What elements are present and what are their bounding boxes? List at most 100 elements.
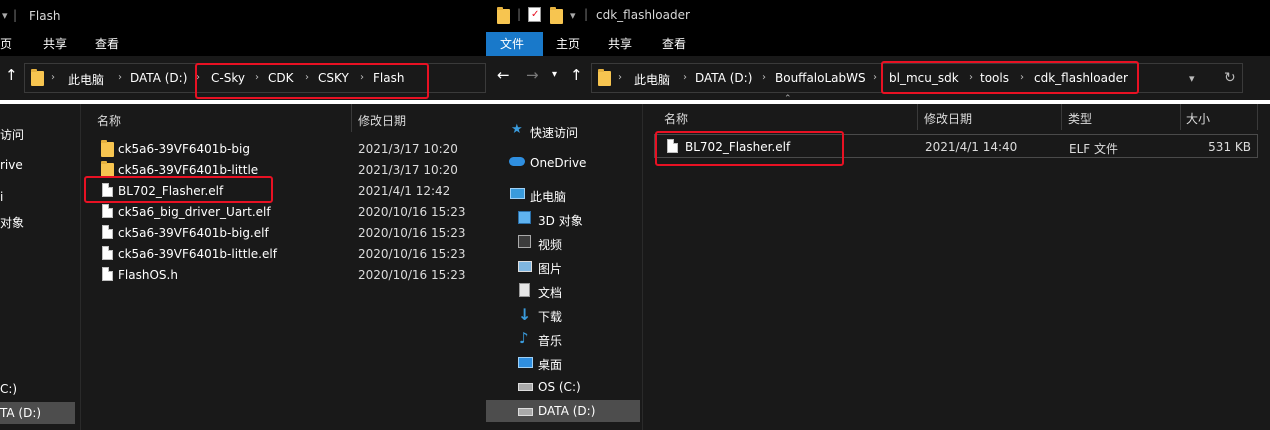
tab-share[interactable]: 共享: [43, 32, 67, 56]
explorer-window-flash: ▾ | Flash 页 共享 查看 ↑ › 此电脑 › DATA (D:) › …: [0, 0, 486, 430]
file-name: FlashOS.h: [118, 268, 178, 282]
chevron-right-icon: ›: [51, 72, 55, 83]
file-size: 531 KB: [1208, 140, 1251, 154]
ribbon-tabs: 页 共享 查看: [0, 32, 486, 56]
file-date: 2020/10/16 15:23: [358, 226, 466, 240]
recent-locations-chevron-icon[interactable]: ▾: [552, 69, 557, 80]
column-divider[interactable]: [1061, 104, 1062, 130]
nav-item-this-pc[interactable]: i: [0, 190, 3, 204]
file-name: ck5a6-39VF6401b-little: [118, 163, 259, 177]
ribbon-tabs: 文件 主页 共享 查看: [486, 32, 1270, 56]
qat-dropdown-icon[interactable]: ▾: [570, 9, 576, 22]
tab-view[interactable]: 查看: [662, 32, 686, 56]
forward-arrow-icon[interactable]: →: [526, 66, 539, 84]
column-header-date[interactable]: 修改日期: [924, 110, 972, 127]
up-arrow-icon[interactable]: ↑: [5, 66, 18, 84]
file-date: 2021/3/17 10:20: [358, 142, 458, 156]
column-divider[interactable]: [1257, 104, 1258, 130]
column-header-size[interactable]: 大小: [1186, 110, 1210, 127]
file-icon: [102, 204, 113, 218]
nav-item-label: OS (C:): [538, 380, 581, 394]
nav-item-label: 视频: [538, 238, 563, 252]
crumb-bouffalolabws[interactable]: BouffaloLabWS: [775, 71, 866, 85]
history-dropdown-icon[interactable]: ▾: [1189, 72, 1195, 85]
highlight-box-file: [655, 131, 844, 166]
column-header-type[interactable]: 类型: [1068, 110, 1092, 127]
chevron-right-icon: ›: [683, 72, 687, 83]
crumb-this-pc[interactable]: 此电脑: [68, 71, 104, 88]
nav-item-label: 音乐: [538, 334, 563, 348]
check-mark-icon: ✓: [531, 9, 540, 20]
back-arrow-icon[interactable]: ←: [497, 66, 510, 84]
video-icon: [518, 235, 531, 248]
window-title: cdk_flashloader: [596, 8, 690, 22]
column-header-date[interactable]: 修改日期: [358, 112, 406, 129]
file-name: ck5a6_big_driver_Uart.elf: [118, 205, 271, 219]
column-header-name[interactable]: 名称: [97, 112, 121, 129]
file-date: 2021/4/1 12:42: [358, 184, 451, 198]
highlight-box-file: [84, 176, 273, 203]
folder-icon: [101, 140, 114, 157]
column-divider[interactable]: [351, 104, 352, 132]
chevron-right-icon: ›: [762, 72, 766, 83]
file-date: 2020/10/16 15:23: [358, 268, 466, 282]
file-date: 2020/10/16 15:23: [358, 205, 466, 219]
tab-home[interactable]: 页: [0, 32, 12, 56]
nav-item-drive-c[interactable]: C:): [0, 382, 17, 396]
cube-icon: [518, 211, 531, 224]
nav-item-drive-d[interactable]: DATA (D:): [486, 400, 640, 422]
pane-divider[interactable]: [642, 104, 643, 430]
file-date: 2021/3/17 10:20: [358, 163, 458, 177]
folder-icon: [598, 69, 611, 86]
file-date: 2021/4/1 14:40: [925, 140, 1018, 154]
up-arrow-icon[interactable]: ↑: [570, 66, 583, 84]
highlight-box-address: [195, 63, 429, 99]
navigation-bar: ← → ▾ ↑ › 此电脑 › DATA (D:) › BouffaloLabW…: [486, 56, 1270, 100]
music-icon: ♪: [519, 329, 529, 347]
nav-item-quick-access[interactable]: 访问: [0, 126, 24, 143]
file-name: ck5a6-39VF6401b-big.elf: [118, 226, 269, 240]
nav-item-onedrive[interactable]: rive: [0, 158, 23, 172]
refresh-icon[interactable]: ↻: [1224, 70, 1236, 86]
column-divider[interactable]: [1180, 104, 1181, 130]
qat-dropdown-icon[interactable]: ▾: [2, 9, 8, 22]
nav-item-label: DATA (D:): [538, 404, 596, 418]
crumb-data-d[interactable]: DATA (D:): [695, 71, 752, 85]
new-folder-icon[interactable]: [550, 7, 563, 24]
nav-item-label: 3D 对象: [538, 214, 583, 228]
chevron-right-icon: ›: [118, 72, 122, 83]
document-icon: [519, 283, 530, 297]
sort-arrow-icon: ⌃: [784, 94, 792, 104]
title-bar: | ✓ ▾ | cdk_flashloader: [486, 0, 1270, 32]
navigation-pane: ★ 快速访问 OneDrive 此电脑 3D 对象 视频 图片 文档 ↓ 下载 …: [486, 104, 641, 430]
computer-icon: [510, 188, 525, 199]
tab-view[interactable]: 查看: [95, 32, 119, 56]
highlight-box-address: [881, 61, 1139, 94]
title-separator: |: [13, 8, 18, 22]
tab-share[interactable]: 共享: [608, 32, 632, 56]
crumb-this-pc[interactable]: 此电脑: [634, 71, 670, 88]
crumb-data-d[interactable]: DATA (D:): [130, 71, 187, 85]
file-icon: [102, 267, 113, 281]
column-header-name[interactable]: 名称: [664, 110, 688, 127]
title-separator: |: [584, 7, 589, 21]
download-icon: ↓: [518, 305, 532, 324]
pane-divider[interactable]: [80, 104, 81, 430]
drive-c-icon: [518, 383, 533, 391]
file-name: ck5a6-39VF6401b-little.elf: [118, 247, 277, 261]
nav-item-label: 文档: [538, 286, 563, 300]
nav-item-drive-d[interactable]: TA (D:): [0, 402, 75, 424]
folder-icon: [497, 7, 510, 24]
tab-file[interactable]: 文件: [486, 32, 543, 56]
column-divider[interactable]: [917, 104, 918, 130]
file-type: ELF 文件: [1069, 142, 1118, 156]
tab-home[interactable]: 主页: [556, 32, 580, 56]
window-title: Flash: [29, 9, 61, 23]
title-bar: ▾ | Flash: [0, 0, 486, 32]
file-icon: [102, 225, 113, 239]
nav-item-3d-objects[interactable]: 对象: [0, 214, 24, 231]
properties-icon[interactable]: ✓: [528, 7, 541, 22]
nav-item-label: 图片: [538, 262, 563, 276]
cloud-icon: [509, 157, 525, 166]
navigation-bar: ↑ › 此电脑 › DATA (D:) › C-Sky › CDK › CSKY…: [0, 56, 486, 100]
